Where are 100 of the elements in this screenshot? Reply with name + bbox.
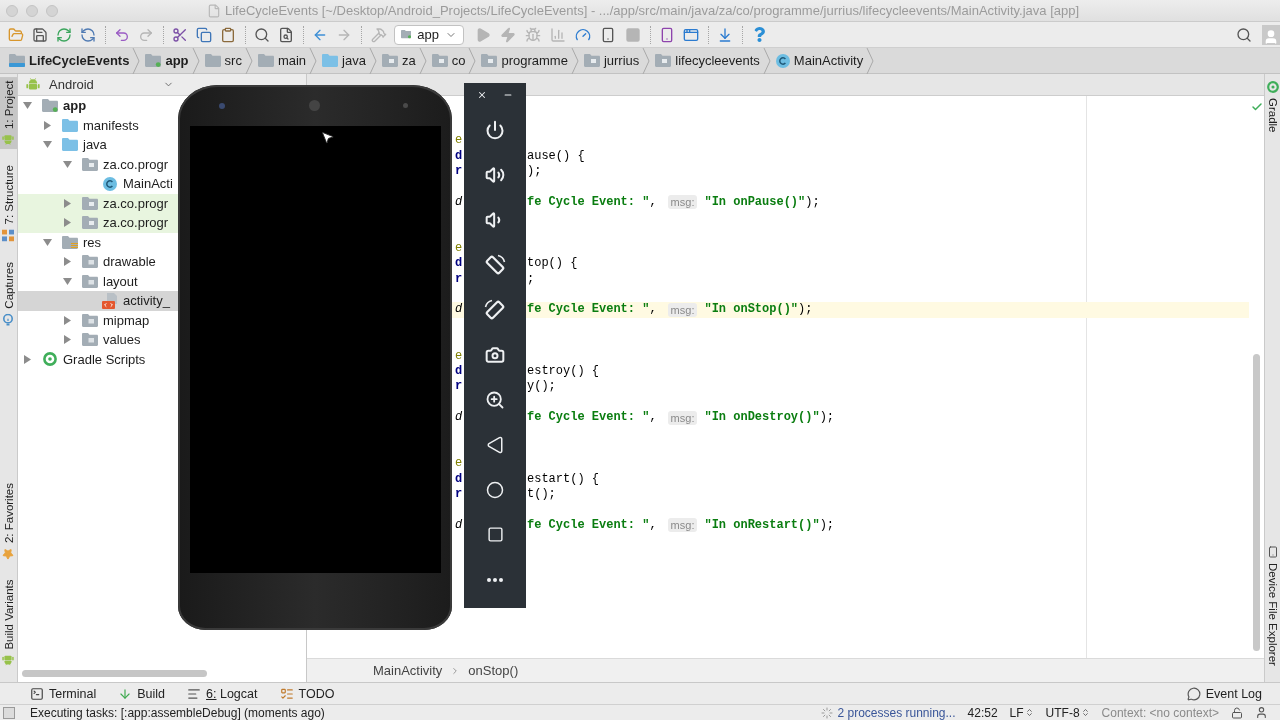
- tool-window-button[interactable]: Terminal: [20, 683, 107, 704]
- scrollbar-thumb[interactable]: [22, 670, 207, 677]
- package-icon: [431, 54, 448, 67]
- tree-item[interactable]: mipmap: [18, 310, 178, 330]
- breadcrumb-item[interactable]: src: [199, 49, 245, 72]
- project-view-dropdown[interactable]: Android: [24, 74, 176, 95]
- tool-window-tab[interactable]: 7: Structure: [0, 161, 17, 246]
- tree-item[interactable]: za.co.progr: [18, 213, 178, 233]
- caret-right-icon[interactable]: [63, 335, 71, 345]
- tree-item[interactable]: manifests: [18, 115, 178, 135]
- up-down-arrows-icon: [1024, 708, 1034, 717]
- code-text: d: [455, 517, 463, 533]
- phone-icon: [659, 26, 675, 43]
- stop-icon: [624, 26, 641, 43]
- tree-item[interactable]: drawable: [18, 252, 178, 272]
- redo-icon: [138, 26, 154, 43]
- tool-window-tab[interactable]: 1: Project: [0, 77, 17, 150]
- folder-icon: [62, 138, 78, 152]
- tool-window-tab[interactable]: Captures: [0, 257, 17, 330]
- caret-right-icon[interactable]: [63, 257, 71, 267]
- caret-down-icon[interactable]: [42, 141, 52, 149]
- lines-icon: [187, 686, 202, 701]
- breadcrumb-link[interactable]: onStop(): [466, 663, 521, 678]
- event-log-button[interactable]: Event Log: [1176, 683, 1262, 704]
- status-message: Executing tasks: [:app:assembleDebug] (moments ago): [30, 705, 325, 720]
- breadcrumb-item[interactable]: main: [252, 49, 310, 72]
- breadcrumb-link[interactable]: MainActivity: [371, 663, 445, 678]
- folder-icon: [257, 54, 274, 67]
- code-text: d: [455, 256, 463, 272]
- rotate-left-icon: [484, 253, 506, 276]
- breadcrumb-item[interactable]: MainActivity: [770, 49, 867, 72]
- tool-window-button[interactable]: Build: [108, 683, 176, 704]
- tool-window-tab[interactable]: 2: Favorites: [0, 479, 17, 565]
- caret-right-icon[interactable]: [63, 218, 71, 228]
- code-text: r: [455, 163, 463, 179]
- code-text: estroy() {: [527, 364, 599, 380]
- panel-toggle-icon[interactable]: [3, 706, 15, 719]
- breadcrumb-item[interactable]: lifecycleevents: [650, 49, 763, 72]
- tool-window-button[interactable]: TODO: [269, 683, 345, 704]
- module-folder-icon: [42, 99, 58, 113]
- tree-item[interactable]: za.co.progr: [18, 154, 178, 174]
- breadcrumb-item[interactable]: java: [317, 49, 369, 72]
- tree-item[interactable]: activity_: [18, 291, 178, 311]
- code-text: ause() {: [527, 148, 585, 164]
- module-folder-icon: [145, 54, 162, 67]
- resource-folder-icon: [62, 235, 78, 249]
- caret-right-icon[interactable]: [43, 120, 51, 130]
- refresh-icon: [80, 26, 96, 43]
- lock-icon[interactable]: [1231, 706, 1243, 719]
- caret-down-icon[interactable]: [62, 160, 72, 168]
- tool-window-tab[interactable]: Device File Explorer: [1265, 542, 1280, 670]
- parameter-hint: msg:: [667, 195, 698, 210]
- zoom-in-icon: [485, 389, 505, 410]
- tree-item[interactable]: Gradle Scripts: [18, 349, 178, 369]
- person-icon[interactable]: [1255, 706, 1268, 719]
- tool-window-tab[interactable]: Gradle: [1265, 77, 1280, 137]
- caret-down-icon[interactable]: [62, 277, 72, 285]
- caret-right-icon[interactable]: [63, 315, 71, 325]
- breadcrumb-item[interactable]: za: [376, 49, 419, 72]
- undo-icon: [114, 26, 130, 43]
- sensor-icon: [403, 103, 408, 108]
- ring-icon: [1266, 81, 1279, 93]
- tree-item[interactable]: java: [18, 135, 178, 155]
- processes-link[interactable]: 2 processes running...: [821, 705, 956, 720]
- breadcrumb-item[interactable]: LifeCycleEvents: [4, 49, 133, 72]
- scissors-icon: [172, 26, 188, 43]
- caret-right-icon[interactable]: [63, 198, 71, 208]
- tool-window-button[interactable]: 6: Logcat: [177, 683, 268, 704]
- breadcrumb-item[interactable]: app: [140, 49, 192, 72]
- tree-item[interactable]: MainActi: [18, 174, 178, 194]
- line-separator-selector[interactable]: LF: [1009, 705, 1034, 720]
- breadcrumb-item[interactable]: jurrius: [578, 49, 643, 72]
- tree-item[interactable]: values: [18, 330, 178, 350]
- breadcrumb-item[interactable]: co: [426, 49, 469, 72]
- tree-item[interactable]: layout: [18, 271, 178, 291]
- scrollbar-thumb[interactable]: [1253, 354, 1260, 651]
- breadcrumb-item[interactable]: programme: [476, 49, 571, 72]
- code-text: d: [455, 364, 463, 380]
- caret-down-icon[interactable]: [42, 238, 52, 246]
- robot-icon: [2, 134, 15, 146]
- stopwatch-icon: [2, 313, 15, 326]
- code-text: d: [455, 471, 463, 487]
- close-button[interactable]: [477, 90, 487, 100]
- code-text: "In onDestroy()");: [704, 410, 835, 426]
- caret-position[interactable]: 42:52: [967, 705, 998, 720]
- caret-down-icon[interactable]: [22, 102, 32, 110]
- camera-icon: [485, 344, 505, 365]
- tree-item[interactable]: za.co.progr: [18, 193, 178, 213]
- folder-icon: [204, 54, 221, 67]
- encoding-selector[interactable]: UTF-8: [1045, 705, 1090, 720]
- caret-right-icon[interactable]: [23, 354, 31, 364]
- chevron-icon: [570, 47, 579, 74]
- tool-window-tab[interactable]: Build Variants: [0, 576, 17, 670]
- download-icon: [717, 26, 733, 43]
- package-icon: [583, 54, 600, 67]
- run-configuration-dropdown[interactable]: app: [394, 24, 464, 45]
- tree-item[interactable]: app: [18, 96, 178, 116]
- star-icon: [2, 548, 15, 561]
- parameter-hint: msg:: [667, 303, 698, 317]
- tree-item[interactable]: res: [18, 232, 178, 252]
